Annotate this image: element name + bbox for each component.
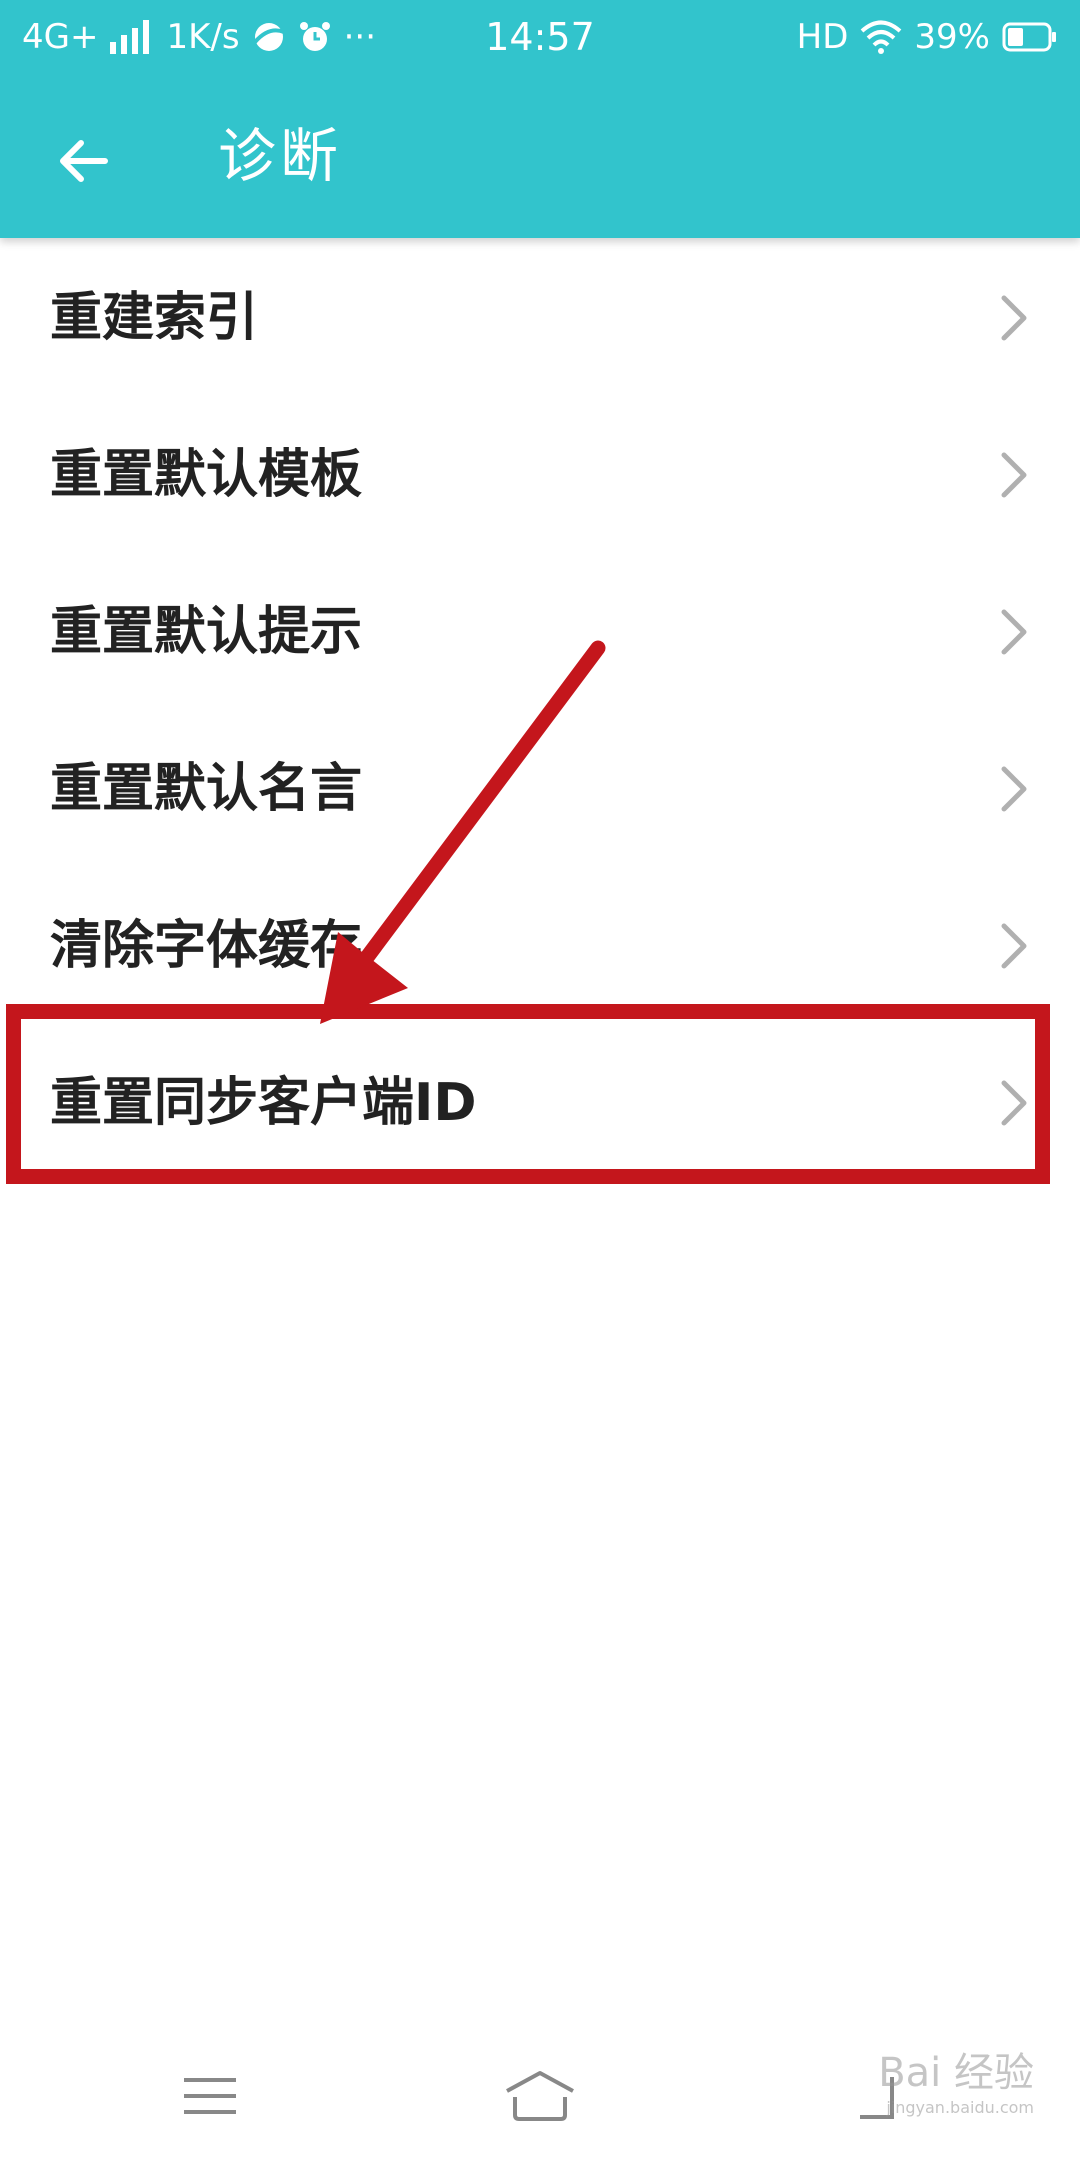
list-item-rebuild-index[interactable]: 重建索引 xyxy=(0,240,1080,397)
home-icon xyxy=(506,2071,574,2121)
watermark-text: Bai 经验 xyxy=(878,2050,1034,2096)
back-button[interactable] xyxy=(40,118,126,204)
top-bar: 4G+ 1K/s ··· 14:57 HD 39% 诊断 xyxy=(0,0,1080,238)
list-item-label: 重建索引 xyxy=(50,288,259,348)
watermark: Bai 经验 jingyan.baidu.com xyxy=(878,2040,1034,2117)
status-bar: 4G+ 1K/s ··· 14:57 HD 39% xyxy=(0,0,1080,74)
chevron-right-icon xyxy=(1001,923,1027,969)
wifi-icon xyxy=(861,20,902,54)
list-item-label: 重置默认提示 xyxy=(50,602,363,662)
list-item-reset-default-hint[interactable]: 重置默认提示 xyxy=(0,554,1080,711)
list-item-label: 清除字体缓存 xyxy=(50,916,363,976)
hd-badge: HD xyxy=(796,17,849,57)
list-item-label: 重置默认名言 xyxy=(50,759,363,819)
chevron-right-icon xyxy=(1001,766,1027,812)
battery-icon xyxy=(1002,22,1056,52)
menu-icon xyxy=(184,2078,236,2114)
status-right: HD 39% xyxy=(797,14,1058,60)
list-item-reset-sync-client-id[interactable]: 重置同步客户端ID xyxy=(0,1025,1080,1182)
page-title: 诊断 xyxy=(218,122,343,190)
diagnostic-list: 重建索引 重置默认模板 重置默认提示 重置默认名言 清除字体缓存 重置同步客户端… xyxy=(0,240,1080,1182)
list-item-reset-default-quote[interactable]: 重置默认名言 xyxy=(0,711,1080,868)
chevron-right-icon xyxy=(1001,295,1027,341)
list-item-clear-font-cache[interactable]: 清除字体缓存 xyxy=(0,868,1080,1025)
battery-percent: 39% xyxy=(914,17,990,57)
chevron-right-icon xyxy=(1001,1080,1027,1126)
list-item-reset-default-template[interactable]: 重置默认模板 xyxy=(0,397,1080,554)
app-bar: 诊断 xyxy=(0,74,1080,238)
watermark-url: jingyan.baidu.com xyxy=(886,2098,1034,2117)
chevron-right-icon xyxy=(1001,609,1027,655)
chevron-right-icon xyxy=(1001,452,1027,498)
home-button[interactable] xyxy=(490,2056,590,2136)
screen: 4G+ 1K/s ··· 14:57 HD 39% 诊断 重建索引 重置默认模板… xyxy=(0,0,1080,2160)
menu-button[interactable] xyxy=(160,2056,260,2136)
arrow-left-icon xyxy=(60,140,108,182)
list-item-label: 重置同步客户端ID xyxy=(50,1073,477,1133)
list-item-label: 重置默认模板 xyxy=(50,445,363,505)
